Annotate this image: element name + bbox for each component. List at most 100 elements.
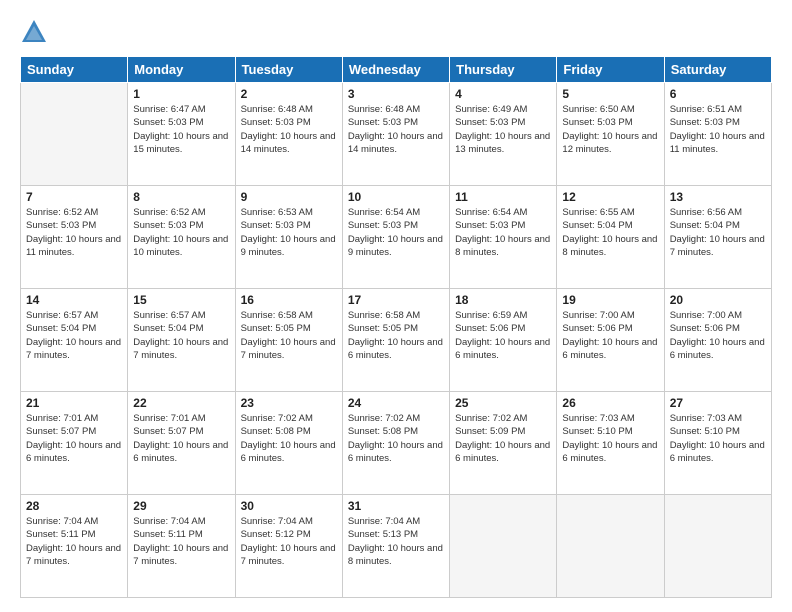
- day-number: 27: [670, 396, 766, 410]
- calendar-cell: [450, 495, 557, 598]
- cell-details: Sunrise: 6:51 AMSunset: 5:03 PMDaylight:…: [670, 103, 766, 156]
- calendar-header-row: SundayMondayTuesdayWednesdayThursdayFrid…: [21, 57, 772, 83]
- calendar-cell: 18Sunrise: 6:59 AMSunset: 5:06 PMDayligh…: [450, 289, 557, 392]
- calendar-cell: 1 Sunrise: 6:47 AMSunset: 5:03 PMDaylight…: [128, 83, 235, 186]
- day-number: 12: [562, 190, 658, 204]
- calendar-cell: 21 Sunrise: 7:01 AMSunset: 5:07 PMDayligh…: [21, 392, 128, 495]
- calendar-cell: 16 Sunrise: 6:58 AMSunset: 5:05 PMDayligh…: [235, 289, 342, 392]
- cell-details: Sunrise: 6:49 AMSunset: 5:03 PMDaylight:…: [455, 103, 551, 156]
- calendar-cell: 2 Sunrise: 6:48 AMSunset: 5:03 PMDaylight…: [235, 83, 342, 186]
- day-number: 6: [670, 87, 766, 101]
- cell-details: Sunrise: 7:00 AMSunset: 5:06 PMDaylight:…: [670, 309, 766, 362]
- calendar-cell: 9 Sunrise: 6:53 AMSunset: 5:03 PMDaylight…: [235, 186, 342, 289]
- cell-details: Sunrise: 7:02 AMSunset: 5:08 PMDaylight:…: [348, 412, 444, 465]
- day-number: 8: [133, 190, 229, 204]
- day-number: 4: [455, 87, 551, 101]
- day-number: 31: [348, 499, 444, 513]
- day-number: 25: [455, 396, 551, 410]
- cell-details: Sunrise: 7:00 AMSunset: 5:06 PMDaylight:…: [562, 309, 658, 362]
- cell-details: Sunrise: 6:52 AMSunset: 5:03 PMDaylight:…: [26, 206, 122, 259]
- calendar-cell: 27 Sunrise: 7:03 AMSunset: 5:10 PMDayligh…: [664, 392, 771, 495]
- logo-icon: [20, 18, 48, 46]
- cell-details: Sunrise: 7:04 AMSunset: 5:11 PMDaylight:…: [133, 515, 229, 568]
- calendar-cell: 23 Sunrise: 7:02 AMSunset: 5:08 PMDayligh…: [235, 392, 342, 495]
- calendar-cell: 30Sunrise: 7:04 AMSunset: 5:12 PMDayligh…: [235, 495, 342, 598]
- cell-details: Sunrise: 6:53 AMSunset: 5:03 PMDaylight:…: [241, 206, 337, 259]
- calendar-cell: 13Sunrise: 6:56 AMSunset: 5:04 PMDayligh…: [664, 186, 771, 289]
- day-number: 24: [348, 396, 444, 410]
- cell-details: Sunrise: 6:47 AMSunset: 5:03 PMDaylight:…: [133, 103, 229, 156]
- day-number: 16: [241, 293, 337, 307]
- cell-details: Sunrise: 6:54 AMSunset: 5:03 PMDaylight:…: [455, 206, 551, 259]
- calendar-header-cell: Thursday: [450, 57, 557, 83]
- calendar-cell: 3 Sunrise: 6:48 AMSunset: 5:03 PMDaylight…: [342, 83, 449, 186]
- cell-details: Sunrise: 7:01 AMSunset: 5:07 PMDaylight:…: [133, 412, 229, 465]
- calendar-cell: 4 Sunrise: 6:49 AMSunset: 5:03 PMDaylight…: [450, 83, 557, 186]
- calendar-cell: [21, 83, 128, 186]
- calendar-cell: 26 Sunrise: 7:03 AMSunset: 5:10 PMDayligh…: [557, 392, 664, 495]
- calendar-header-cell: Wednesday: [342, 57, 449, 83]
- cell-details: Sunrise: 7:04 AMSunset: 5:13 PMDaylight:…: [348, 515, 444, 568]
- calendar-cell: 12 Sunrise: 6:55 AMSunset: 5:04 PMDayligh…: [557, 186, 664, 289]
- day-number: 9: [241, 190, 337, 204]
- calendar-cell: [664, 495, 771, 598]
- calendar-cell: 11 Sunrise: 6:54 AMSunset: 5:03 PMDayligh…: [450, 186, 557, 289]
- day-number: 3: [348, 87, 444, 101]
- day-number: 19: [562, 293, 658, 307]
- day-number: 23: [241, 396, 337, 410]
- cell-details: Sunrise: 7:04 AMSunset: 5:12 PMDaylight:…: [241, 515, 337, 568]
- cell-details: Sunrise: 6:48 AMSunset: 5:03 PMDaylight:…: [348, 103, 444, 156]
- calendar-week-row: 21 Sunrise: 7:01 AMSunset: 5:07 PMDayligh…: [21, 392, 772, 495]
- cell-details: Sunrise: 6:52 AMSunset: 5:03 PMDaylight:…: [133, 206, 229, 259]
- calendar-week-row: 28 Sunrise: 7:04 AMSunset: 5:11 PMDayligh…: [21, 495, 772, 598]
- calendar-week-row: 14Sunrise: 6:57 AMSunset: 5:04 PMDayligh…: [21, 289, 772, 392]
- day-number: 15: [133, 293, 229, 307]
- calendar-cell: 10 Sunrise: 6:54 AMSunset: 5:03 PMDayligh…: [342, 186, 449, 289]
- cell-details: Sunrise: 7:03 AMSunset: 5:10 PMDaylight:…: [670, 412, 766, 465]
- cell-details: Sunrise: 7:01 AMSunset: 5:07 PMDaylight:…: [26, 412, 122, 465]
- day-number: 14: [26, 293, 122, 307]
- day-number: 26: [562, 396, 658, 410]
- day-number: 1: [133, 87, 229, 101]
- calendar-cell: 25 Sunrise: 7:02 AMSunset: 5:09 PMDayligh…: [450, 392, 557, 495]
- calendar-cell: 19 Sunrise: 7:00 AMSunset: 5:06 PMDayligh…: [557, 289, 664, 392]
- logo: [20, 18, 52, 46]
- calendar-header-cell: Sunday: [21, 57, 128, 83]
- calendar-cell: 24 Sunrise: 7:02 AMSunset: 5:08 PMDayligh…: [342, 392, 449, 495]
- cell-details: Sunrise: 6:54 AMSunset: 5:03 PMDaylight:…: [348, 206, 444, 259]
- calendar-cell: 28 Sunrise: 7:04 AMSunset: 5:11 PMDayligh…: [21, 495, 128, 598]
- calendar-cell: 6 Sunrise: 6:51 AMSunset: 5:03 PMDaylight…: [664, 83, 771, 186]
- calendar-cell: 5 Sunrise: 6:50 AMSunset: 5:03 PMDaylight…: [557, 83, 664, 186]
- calendar-cell: 31 Sunrise: 7:04 AMSunset: 5:13 PMDayligh…: [342, 495, 449, 598]
- cell-details: Sunrise: 6:59 AMSunset: 5:06 PMDaylight:…: [455, 309, 551, 362]
- calendar-cell: 17Sunrise: 6:58 AMSunset: 5:05 PMDayligh…: [342, 289, 449, 392]
- page: SundayMondayTuesdayWednesdayThursdayFrid…: [0, 0, 792, 612]
- cell-details: Sunrise: 7:02 AMSunset: 5:08 PMDaylight:…: [241, 412, 337, 465]
- day-number: 17: [348, 293, 444, 307]
- calendar-header-cell: Monday: [128, 57, 235, 83]
- cell-details: Sunrise: 6:50 AMSunset: 5:03 PMDaylight:…: [562, 103, 658, 156]
- cell-details: Sunrise: 6:58 AMSunset: 5:05 PMDaylight:…: [241, 309, 337, 362]
- cell-details: Sunrise: 6:48 AMSunset: 5:03 PMDaylight:…: [241, 103, 337, 156]
- calendar-cell: 7 Sunrise: 6:52 AMSunset: 5:03 PMDaylight…: [21, 186, 128, 289]
- calendar-cell: 8 Sunrise: 6:52 AMSunset: 5:03 PMDaylight…: [128, 186, 235, 289]
- day-number: 5: [562, 87, 658, 101]
- day-number: 2: [241, 87, 337, 101]
- calendar-body: 1 Sunrise: 6:47 AMSunset: 5:03 PMDaylight…: [21, 83, 772, 598]
- cell-details: Sunrise: 7:02 AMSunset: 5:09 PMDaylight:…: [455, 412, 551, 465]
- calendar-header-cell: Tuesday: [235, 57, 342, 83]
- day-number: 21: [26, 396, 122, 410]
- day-number: 29: [133, 499, 229, 513]
- calendar-header-cell: Saturday: [664, 57, 771, 83]
- day-number: 11: [455, 190, 551, 204]
- day-number: 28: [26, 499, 122, 513]
- cell-details: Sunrise: 6:55 AMSunset: 5:04 PMDaylight:…: [562, 206, 658, 259]
- cell-details: Sunrise: 7:03 AMSunset: 5:10 PMDaylight:…: [562, 412, 658, 465]
- calendar-cell: 20Sunrise: 7:00 AMSunset: 5:06 PMDayligh…: [664, 289, 771, 392]
- calendar-week-row: 1 Sunrise: 6:47 AMSunset: 5:03 PMDaylight…: [21, 83, 772, 186]
- day-number: 10: [348, 190, 444, 204]
- calendar-table: SundayMondayTuesdayWednesdayThursdayFrid…: [20, 56, 772, 598]
- day-number: 7: [26, 190, 122, 204]
- cell-details: Sunrise: 7:04 AMSunset: 5:11 PMDaylight:…: [26, 515, 122, 568]
- calendar-week-row: 7 Sunrise: 6:52 AMSunset: 5:03 PMDaylight…: [21, 186, 772, 289]
